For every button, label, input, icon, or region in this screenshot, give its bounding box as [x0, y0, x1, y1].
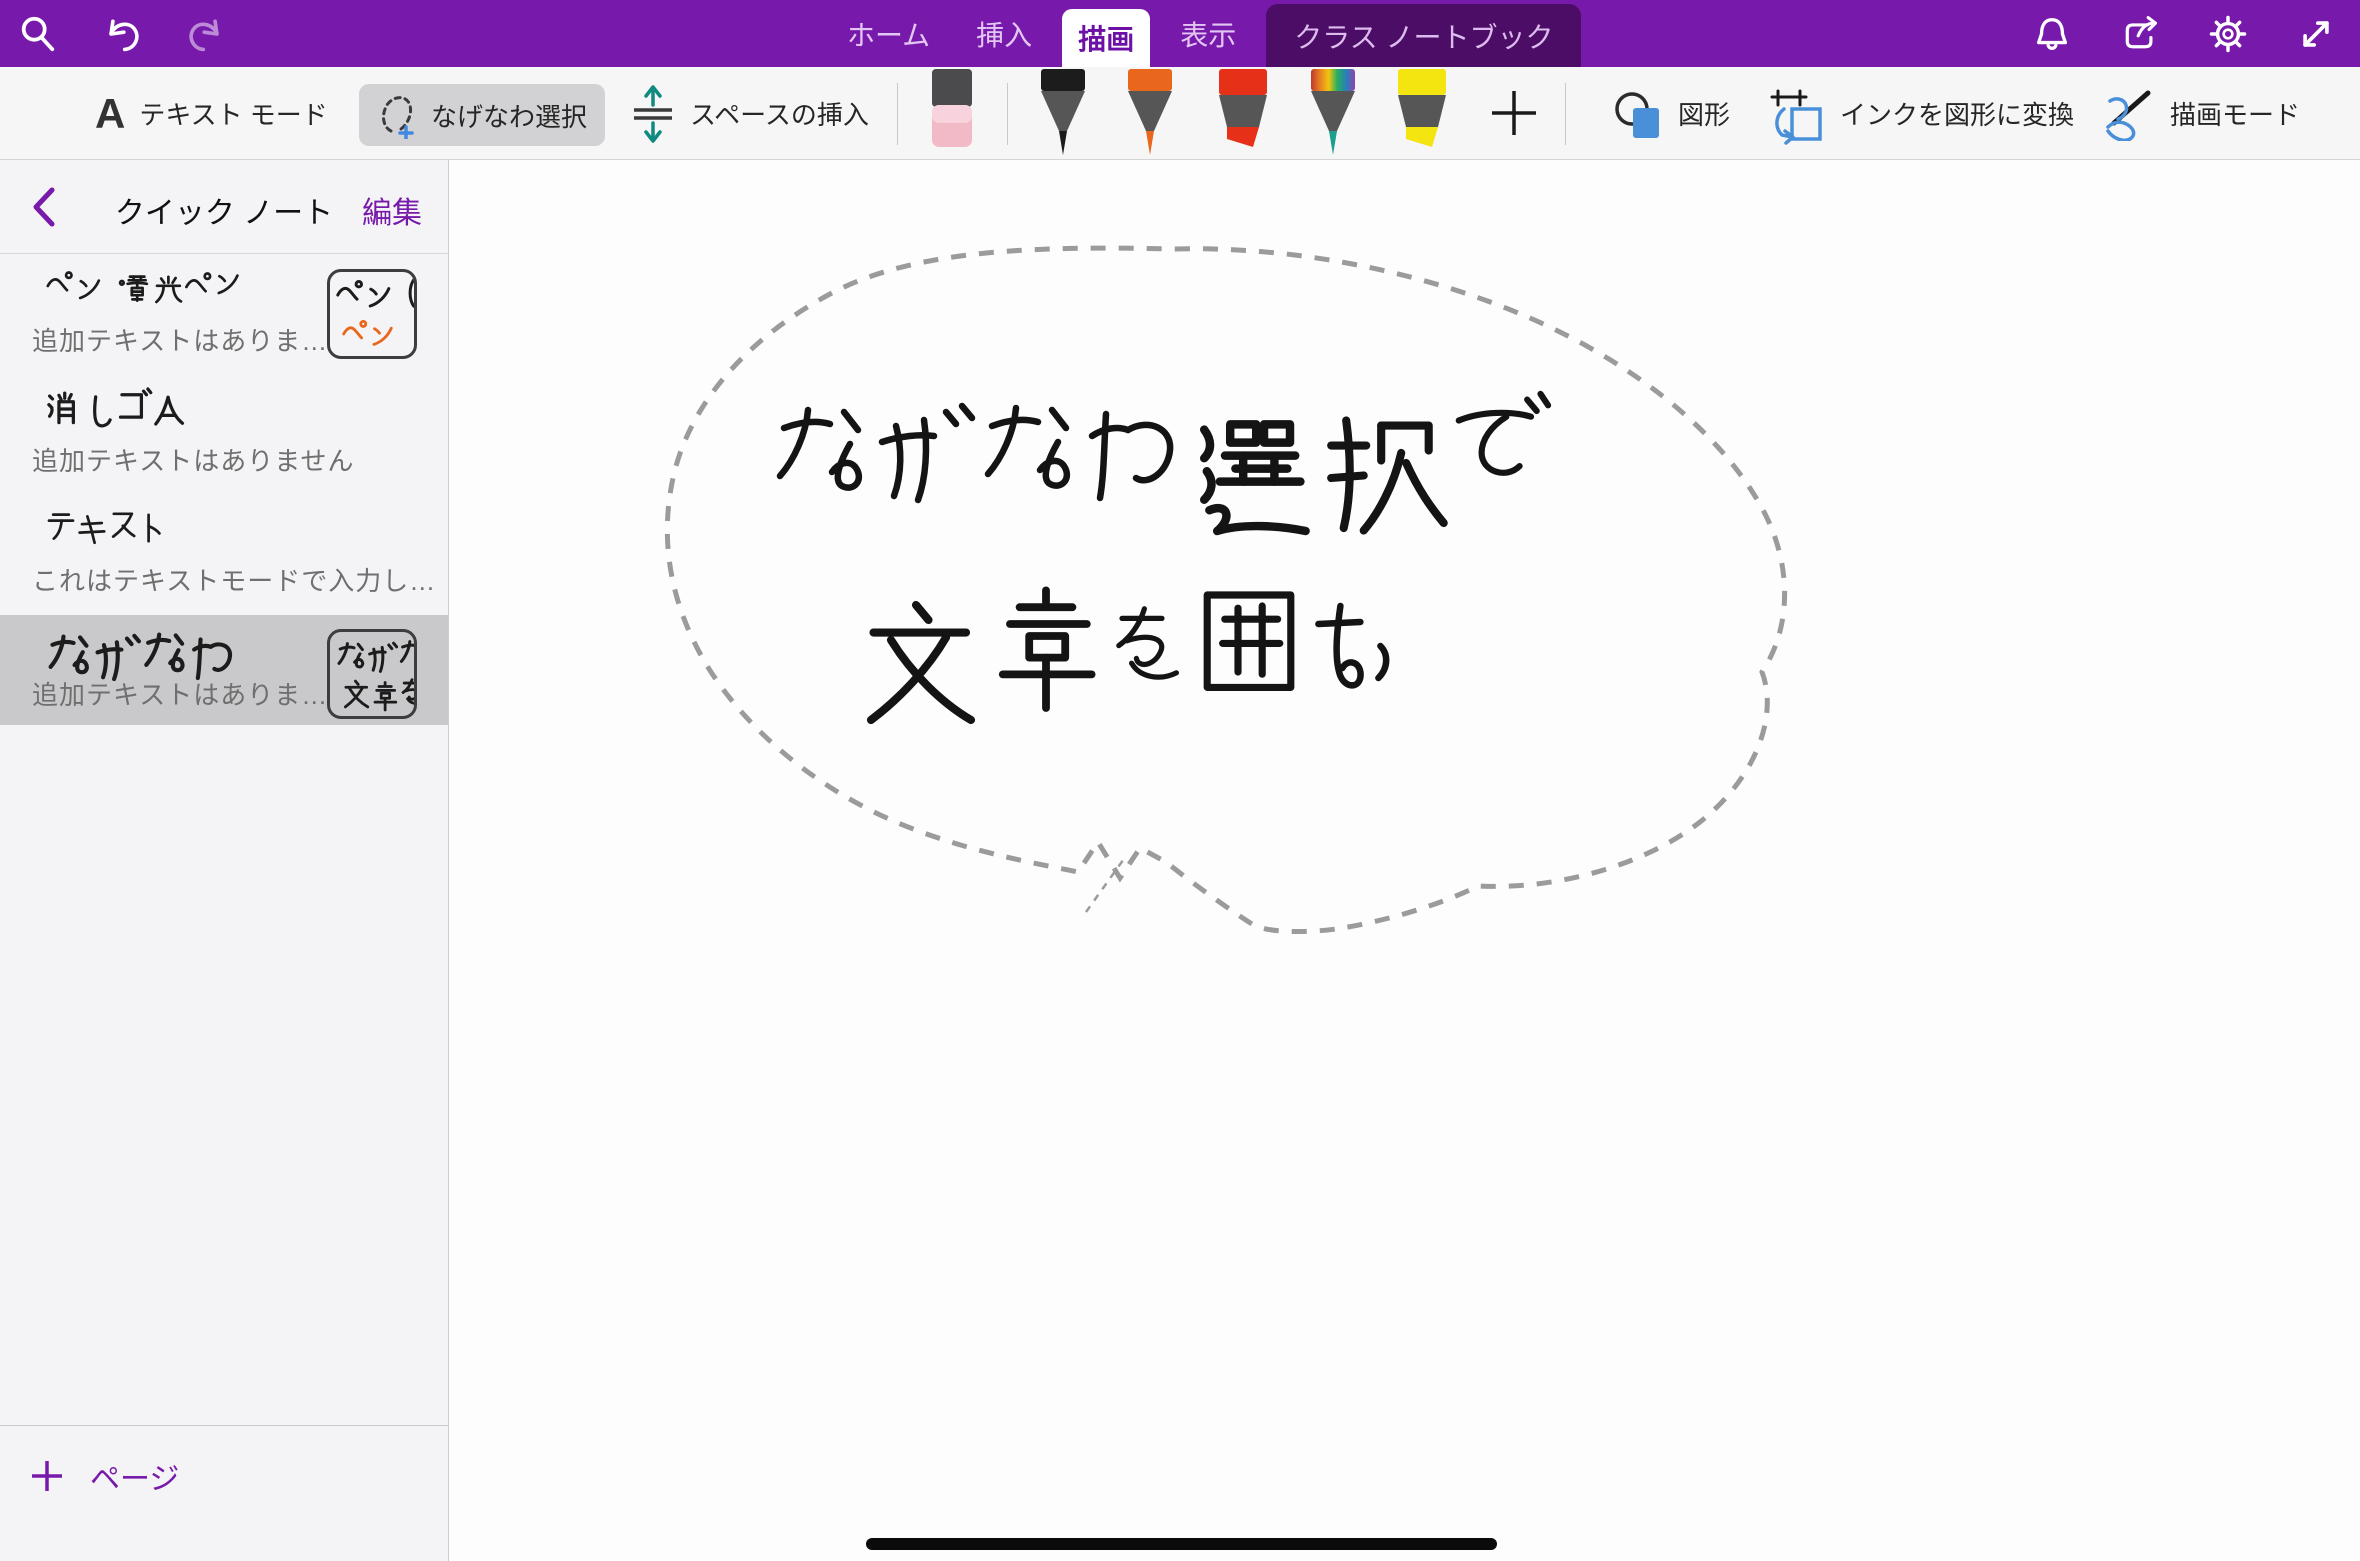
add-page-button[interactable]: ページ	[30, 1454, 179, 1498]
ink-to-shape-label: インクを図形に変換	[1840, 95, 2074, 132]
settings-icon[interactable]	[2208, 14, 2248, 54]
rainbow-pen[interactable]	[1303, 69, 1363, 164]
page-list-item-4[interactable]: 追加テキストはありま…	[0, 615, 448, 725]
text-mode-icon: A	[95, 90, 125, 138]
ink-to-shape-button[interactable]: インクを図形に変換	[1770, 67, 2074, 160]
red-highlighter[interactable]	[1213, 69, 1273, 164]
draw-mode-icon	[2100, 87, 2156, 141]
lasso-icon	[377, 91, 419, 139]
draw-mode-label: 描画モード	[2170, 95, 2300, 132]
page-list-sidebar: クイック ノート 編集 追加テキストはありま… 追加テキストはありませんこれはテキ…	[0, 160, 449, 1561]
page-title-ink	[42, 627, 312, 681]
title-bar: ホーム 挿入 描画 表示 クラス ノートブック	[0, 0, 2360, 67]
draw-toolbar: A テキスト モード なげなわ選択 スペースの挿入	[0, 67, 2360, 160]
tab-home[interactable]: ホーム	[831, 0, 946, 67]
add-page-plus-icon	[30, 1459, 64, 1493]
page-list-item-3[interactable]: これはテキストモードで入力し…	[0, 495, 448, 615]
plus-icon	[1489, 88, 1539, 138]
toolbar-separator	[1007, 83, 1008, 145]
add-page-label: ページ	[90, 1454, 179, 1498]
lasso-tail	[1086, 856, 1126, 912]
search-icon[interactable]	[18, 14, 58, 54]
add-pen-button[interactable]	[1488, 87, 1540, 139]
page-title-ink	[42, 507, 312, 561]
note-canvas[interactable]	[450, 160, 2360, 1561]
page-list: 追加テキストはありま… 追加テキストはありませんこれはテキストモードで入力し… 追加…	[0, 255, 448, 725]
page-list-item-1[interactable]: 追加テキストはありま…	[0, 255, 448, 375]
handwritten-ink	[780, 394, 1548, 720]
black-pen[interactable]	[1033, 69, 1093, 164]
page-subtitle: 追加テキストはありま…	[32, 675, 328, 712]
shapes-label: 図形	[1678, 95, 1730, 132]
undo-icon[interactable]	[102, 14, 142, 54]
sidebar-header: クイック ノート 編集	[0, 160, 448, 254]
notifications-icon[interactable]	[2032, 14, 2072, 54]
text-mode-label: テキスト モード	[139, 95, 327, 132]
page-thumbnail	[327, 269, 417, 359]
yellow-highlighter[interactable]	[1392, 69, 1452, 164]
expand-icon[interactable]	[2296, 14, 2336, 54]
page-subtitle: 追加テキストはありま…	[32, 321, 328, 358]
lasso-selection-path	[667, 248, 1784, 931]
shapes-icon	[1612, 87, 1664, 141]
page-title-ink	[42, 267, 312, 321]
shapes-button[interactable]: 図形	[1612, 67, 1730, 160]
text-mode-button[interactable]: A テキスト モード	[95, 67, 328, 160]
share-icon[interactable]	[2120, 14, 2160, 54]
page-subtitle: これはテキストモードで入力し…	[32, 561, 436, 598]
tab-draw[interactable]: 描画	[1062, 9, 1150, 67]
edit-button[interactable]: 編集	[362, 188, 422, 232]
insert-space-button[interactable]: スペースの挿入	[630, 67, 869, 160]
titlebar-left-icons	[18, 0, 226, 67]
toolbar-separator	[1565, 83, 1566, 145]
lasso-selection[interactable]	[667, 248, 1784, 931]
insert-space-icon	[630, 83, 676, 145]
page-thumbnail	[327, 629, 417, 719]
titlebar-right-icons	[2032, 0, 2336, 67]
page-subtitle: 追加テキストはありません	[32, 441, 354, 478]
lasso-label: なげなわ選択	[431, 97, 587, 134]
redo-icon[interactable]	[186, 14, 226, 54]
orange-pen[interactable]	[1120, 69, 1180, 164]
toolbar-separator	[897, 83, 898, 145]
eraser[interactable]	[922, 69, 982, 164]
insert-space-label: スペースの挿入	[690, 95, 869, 132]
page-list-item-2[interactable]: 追加テキストはありません	[0, 375, 448, 495]
sidebar-footer: ページ	[0, 1425, 448, 1561]
ribbon-tabs: ホーム 挿入 描画 表示 クラス ノートブック	[824, 0, 1588, 67]
ink-to-shape-icon	[1770, 81, 1826, 147]
onenote-app: ホーム 挿入 描画 表示 クラス ノートブック	[0, 0, 2360, 1561]
page-title-ink	[42, 387, 312, 441]
draw-mode-button[interactable]: 描画モード	[2100, 67, 2300, 160]
tab-class-notebook[interactable]: クラス ノートブック	[1266, 4, 1581, 67]
tab-insert[interactable]: 挿入	[960, 0, 1048, 67]
home-indicator[interactable]	[866, 1538, 1497, 1550]
lasso-select-button[interactable]: なげなわ選択	[359, 84, 605, 146]
tab-view[interactable]: 表示	[1164, 0, 1252, 67]
